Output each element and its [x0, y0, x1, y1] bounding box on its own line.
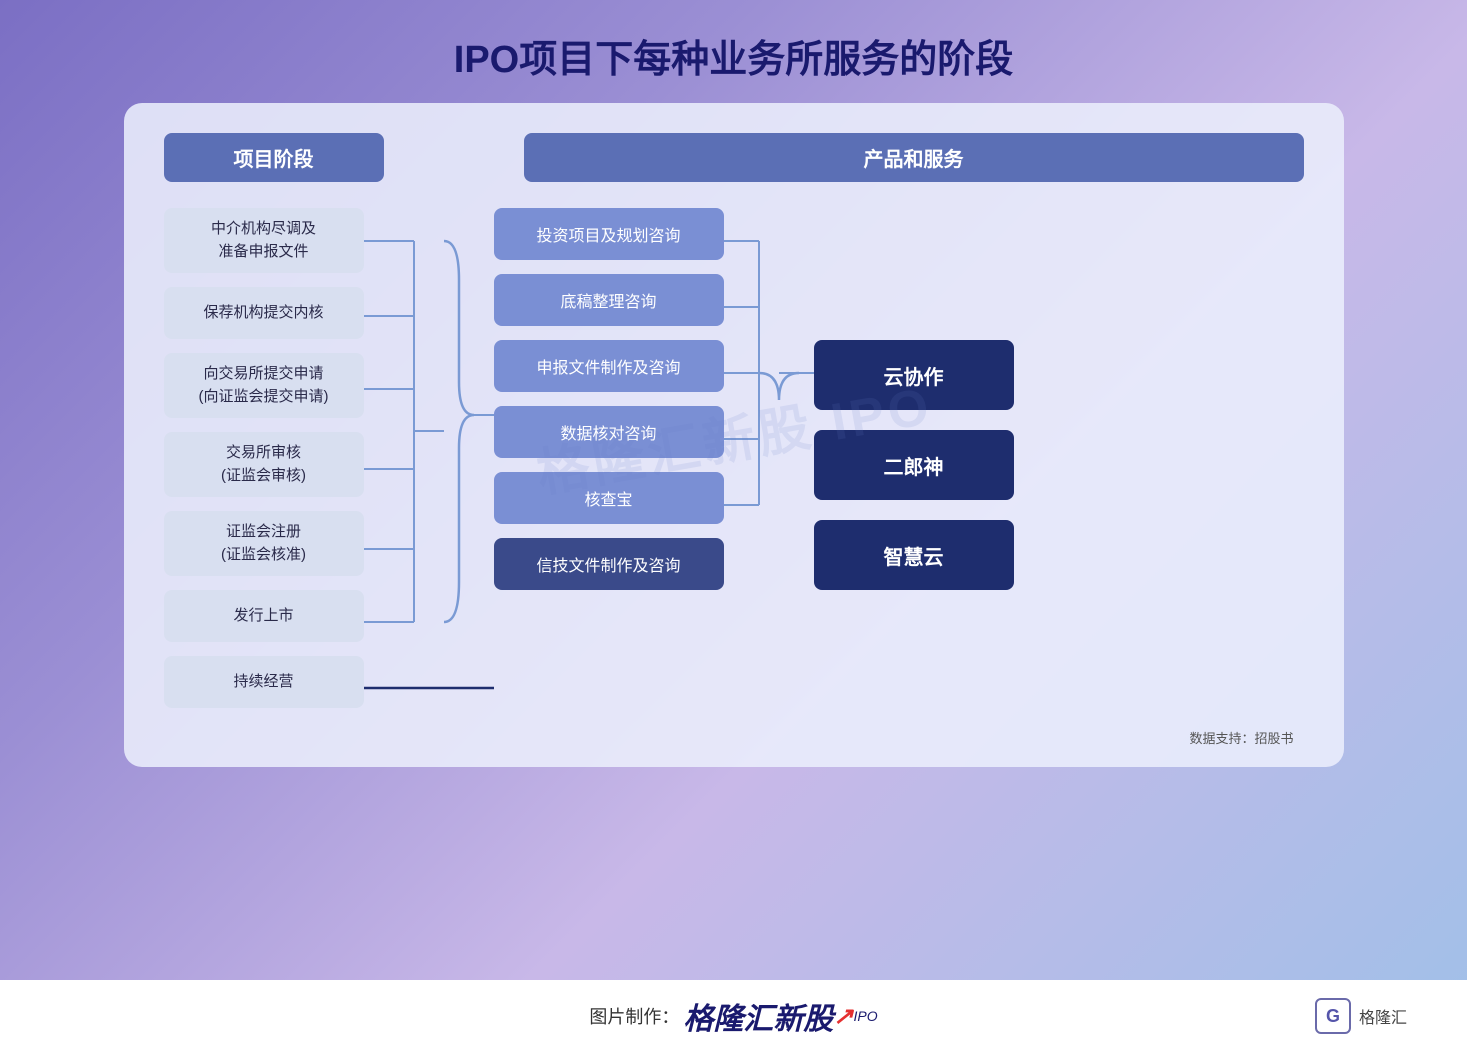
- right-connector-area: [724, 200, 814, 720]
- product-3: 智慧云: [814, 520, 1014, 590]
- service-6: 信技文件制作及咨询: [494, 538, 724, 590]
- service-2: 底稿整理咨询: [494, 274, 724, 326]
- stage-6: 发行上市: [164, 590, 364, 642]
- stage-4: 交易所审核(证监会审核): [164, 432, 364, 497]
- header-right: 产品和服务: [524, 133, 1304, 182]
- left-connector-svg: [364, 200, 494, 720]
- stage-3: 向交易所提交申请(向证监会提交申请): [164, 353, 364, 418]
- footer: 图片制作： 格隆汇新股 ↗ IPO G 格隆汇: [0, 980, 1467, 1052]
- service-4: 数据核对咨询: [494, 406, 724, 458]
- diagram-wrapper: 项目阶段 产品和服务 中介机构尽调及准备申报文件 保荐机构提交内核 向交易所提交…: [124, 103, 1344, 767]
- main-title: IPO项目下每种业务所服务的阶段: [454, 28, 1013, 83]
- data-source: 数据支持：招股书: [164, 728, 1304, 747]
- content-area: 中介机构尽调及准备申报文件 保荐机构提交内核 向交易所提交申请(向证监会提交申请…: [164, 200, 1304, 720]
- service-1: 投资项目及规划咨询: [494, 208, 724, 260]
- footer-ipo-label: IPO: [853, 1008, 877, 1024]
- stage-2: 保荐机构提交内核: [164, 287, 364, 339]
- header-left: 项目阶段: [164, 133, 384, 182]
- services-column: 投资项目及规划咨询 底稿整理咨询 申报文件制作及咨询 数据核对咨询 核查宝 信技…: [494, 200, 724, 720]
- stage-7: 持续经营: [164, 656, 364, 708]
- footer-logo-right: G 格隆汇: [1315, 998, 1407, 1034]
- stages-column: 中介机构尽调及准备申报文件 保荐机构提交内核 向交易所提交申请(向证监会提交申请…: [164, 200, 364, 720]
- header-row: 项目阶段 产品和服务: [164, 133, 1304, 182]
- product-1: 云协作: [814, 340, 1014, 410]
- product-2: 二郎神: [814, 430, 1014, 500]
- stage-1: 中介机构尽调及准备申报文件: [164, 208, 364, 273]
- footer-prefix: 图片制作：: [589, 1003, 679, 1029]
- footer-logo-label: 格隆汇: [1359, 1004, 1407, 1028]
- right-connector-svg: [724, 200, 814, 640]
- left-connector-area: [364, 200, 494, 720]
- service-5: 核查宝: [494, 472, 724, 524]
- stage-5: 证监会注册(证监会核准): [164, 511, 364, 576]
- logo-g-icon: G: [1315, 998, 1351, 1034]
- footer-brand: 格隆汇新股: [683, 994, 833, 1038]
- diagram-container: 项目阶段 产品和服务 中介机构尽调及准备申报文件 保荐机构提交内核 向交易所提交…: [124, 103, 1344, 767]
- service-3: 申报文件制作及咨询: [494, 340, 724, 392]
- footer-arrow-icon: ↗: [833, 1002, 853, 1031]
- products-column: 云协作 二郎神 智慧云: [814, 210, 1014, 720]
